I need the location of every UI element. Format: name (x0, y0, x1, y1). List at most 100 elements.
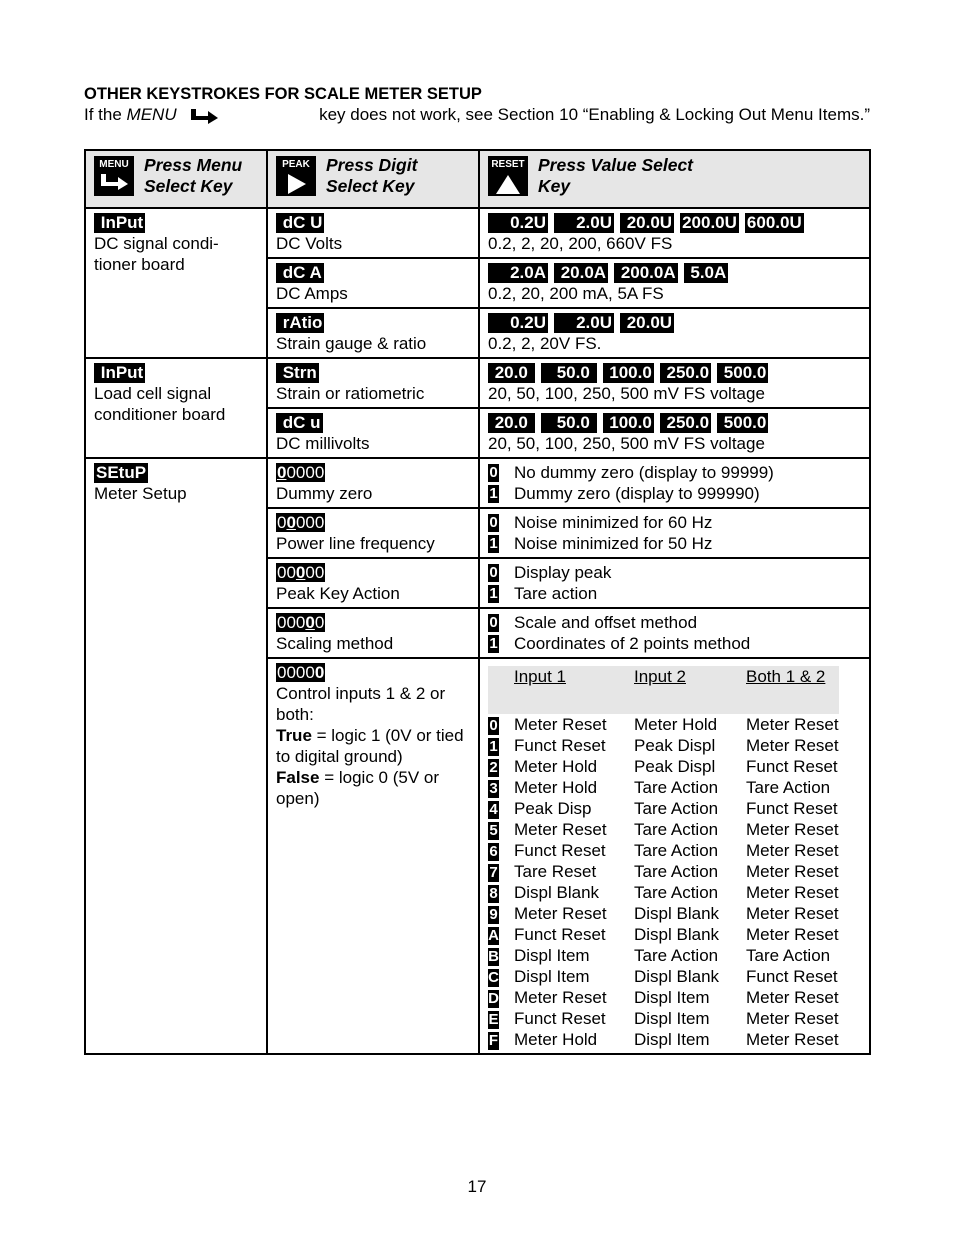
group-desc: DC signal condi-tioner board (94, 234, 219, 274)
group-load-input: InPut Load cell signal conditioner board (84, 357, 268, 459)
option-badge: C (488, 969, 499, 987)
lcd-value: 20.0 (488, 363, 535, 383)
both-action: Meter Reset (746, 1030, 839, 1049)
option-text: Noise minimized for 60 Hz (514, 513, 713, 532)
up-triangle-icon (496, 175, 520, 194)
value-cell-control: Input 1 Input 2 Both 1 & 2 0 Meter Reset M… (478, 657, 871, 1055)
option-badge: 0 (488, 613, 499, 632)
input1-action: Funct Reset (514, 1009, 606, 1028)
setting-desc: Scaling method (276, 634, 394, 653)
both-action: Meter Reset (746, 988, 839, 1007)
selected-digit: 0 (314, 663, 325, 682)
option-badge: 8 (488, 885, 499, 903)
option-badge: E (488, 1011, 499, 1029)
menu-key-icon: MENU (94, 156, 134, 196)
option-badge: 3 (488, 780, 499, 798)
badge-cell: B (488, 945, 514, 966)
control-option-row: 1 Funct Reset Peak Displ Meter Reset (488, 735, 839, 756)
option-badge: A (488, 927, 499, 945)
control-option-row: 9 Meter Reset Displ Blank Meter Reset (488, 903, 839, 924)
option-badge: 0 (488, 513, 499, 532)
option-text: Coordinates of 2 points method (514, 634, 751, 653)
input1-action: Displ Item (514, 967, 590, 986)
control-option-row: F Meter Hold Displ Item Meter Reset (488, 1029, 839, 1050)
lcd-code: Strn (276, 363, 319, 383)
option-badge: 1 (488, 738, 499, 756)
option-badge: 1 (488, 584, 499, 603)
input2-action: Displ Item (634, 1009, 710, 1028)
false-label: False (276, 768, 320, 787)
input2-action: Peak Displ (634, 757, 716, 776)
control-option-row: D Meter Reset Displ Item Meter Reset (488, 987, 839, 1008)
setting-cell: 00000 Scaling method (266, 607, 480, 659)
lcd-value: 20.0U (620, 213, 675, 233)
value-note: 0.2, 2, 20V FS. (488, 334, 602, 353)
header-reset-line1: Press Value Select (538, 155, 694, 175)
input1-action: Funct Reset (514, 841, 606, 860)
option-badge: 1 (488, 484, 499, 503)
digit-code: 00000 (276, 463, 326, 482)
control-option-row: 5 Meter Reset Tare Action Meter Reset (488, 819, 839, 840)
lcd-value: 2.0A (488, 263, 548, 283)
control-option-row: 6 Funct Reset Tare Action Meter Reset (488, 840, 839, 861)
input1-action: Meter Hold (514, 1030, 598, 1049)
setting-cell: dC U DC Volts (266, 207, 480, 259)
group-desc: Meter Setup (94, 484, 187, 503)
lcd-value: 50.0 (540, 363, 597, 383)
column-header: Input 2 (634, 666, 746, 714)
badge-cell: 2 (488, 756, 514, 777)
lcd-value: 2.0U (554, 213, 614, 233)
table-row: InPut Load cell signal conditioner board… (84, 357, 871, 459)
control-option-row: 3 Meter Hold Tare Action Tare Action (488, 777, 839, 798)
badge-cell: 1 (488, 735, 514, 756)
value-note: 0.2, 20, 200 mA, 5A FS (488, 284, 664, 303)
option-badge: 1 (488, 534, 499, 553)
value-cell: 0 Scale and offset method 1 Coordinates of… (478, 607, 871, 659)
both-action: Meter Reset (746, 715, 839, 734)
page-number: 17 (467, 1177, 487, 1196)
input2-action: Tare Action (634, 862, 719, 881)
right-triangle-icon (288, 174, 306, 194)
value-cell: 0 Noise minimized for 60 Hz 1 Noise minimi… (478, 507, 871, 559)
setting-cell: 00000 Dummy zero (266, 457, 480, 509)
value-note: 0.2, 2, 20, 200, 660V FS (488, 234, 673, 253)
value-cell: 20.0 50.0 100.0 250.0 500.0 20, 50, 100,… (478, 357, 871, 409)
lcd-code: dC U (276, 213, 325, 233)
selected-digit: 0 (305, 613, 315, 632)
option-badge: 9 (488, 906, 499, 924)
input2-action: Tare Action (634, 820, 719, 839)
value-cell: 0 No dummy zero (display to 99999) 1 Dummy… (478, 457, 871, 509)
value-note: 20, 50, 100, 250, 500 mV FS voltage (488, 434, 765, 453)
option-badge: 5 (488, 822, 499, 840)
digit-code: 00000 (276, 663, 326, 682)
option-badge: 0 (488, 563, 499, 582)
value-cell: 0 Display peak 1 Tare action (478, 557, 871, 609)
control-desc: Control inputs 1 & 2 or both: (276, 684, 446, 724)
lcd-value: 600.0U (744, 213, 804, 233)
input1-action: Meter Hold (514, 757, 598, 776)
setting-desc: DC millivolts (276, 434, 370, 453)
badge-cell: 4 (488, 798, 514, 819)
false-definition: False = logic 0 (5V or open) (276, 767, 470, 809)
header-reset-key: RESET Press Value Select Key (478, 149, 871, 209)
option-badge: 4 (488, 801, 499, 819)
digit-pre: 0000 (277, 663, 315, 682)
option-badge: 0 (488, 463, 499, 482)
control-option-row: 2 Meter Hold Peak Displ Funct Reset (488, 756, 839, 777)
both-action: Tare Action (746, 778, 831, 797)
badge-cell: E (488, 1008, 514, 1029)
lcd-value: 50.0 (540, 413, 597, 433)
lcd-value: 200.0A (614, 263, 678, 283)
option-text: Noise minimized for 50 Hz (514, 534, 713, 553)
option-text: Scale and offset method (514, 613, 698, 632)
option-badge: B (488, 948, 499, 966)
digit-code: 00000 (276, 563, 326, 582)
both-action: Funct Reset (746, 757, 838, 776)
input1-action: Displ Blank (514, 883, 600, 902)
header-reset-line2: Key (538, 176, 571, 196)
lcd-value: 500.0 (717, 413, 769, 433)
badge-cell: 3 (488, 777, 514, 798)
setting-desc: Strain or ratiometric (276, 384, 425, 403)
value-cell: 0.2U 2.0U 20.0U 0.2, 2, 20V FS. (478, 307, 871, 359)
both-action: Tare Action (746, 946, 831, 965)
